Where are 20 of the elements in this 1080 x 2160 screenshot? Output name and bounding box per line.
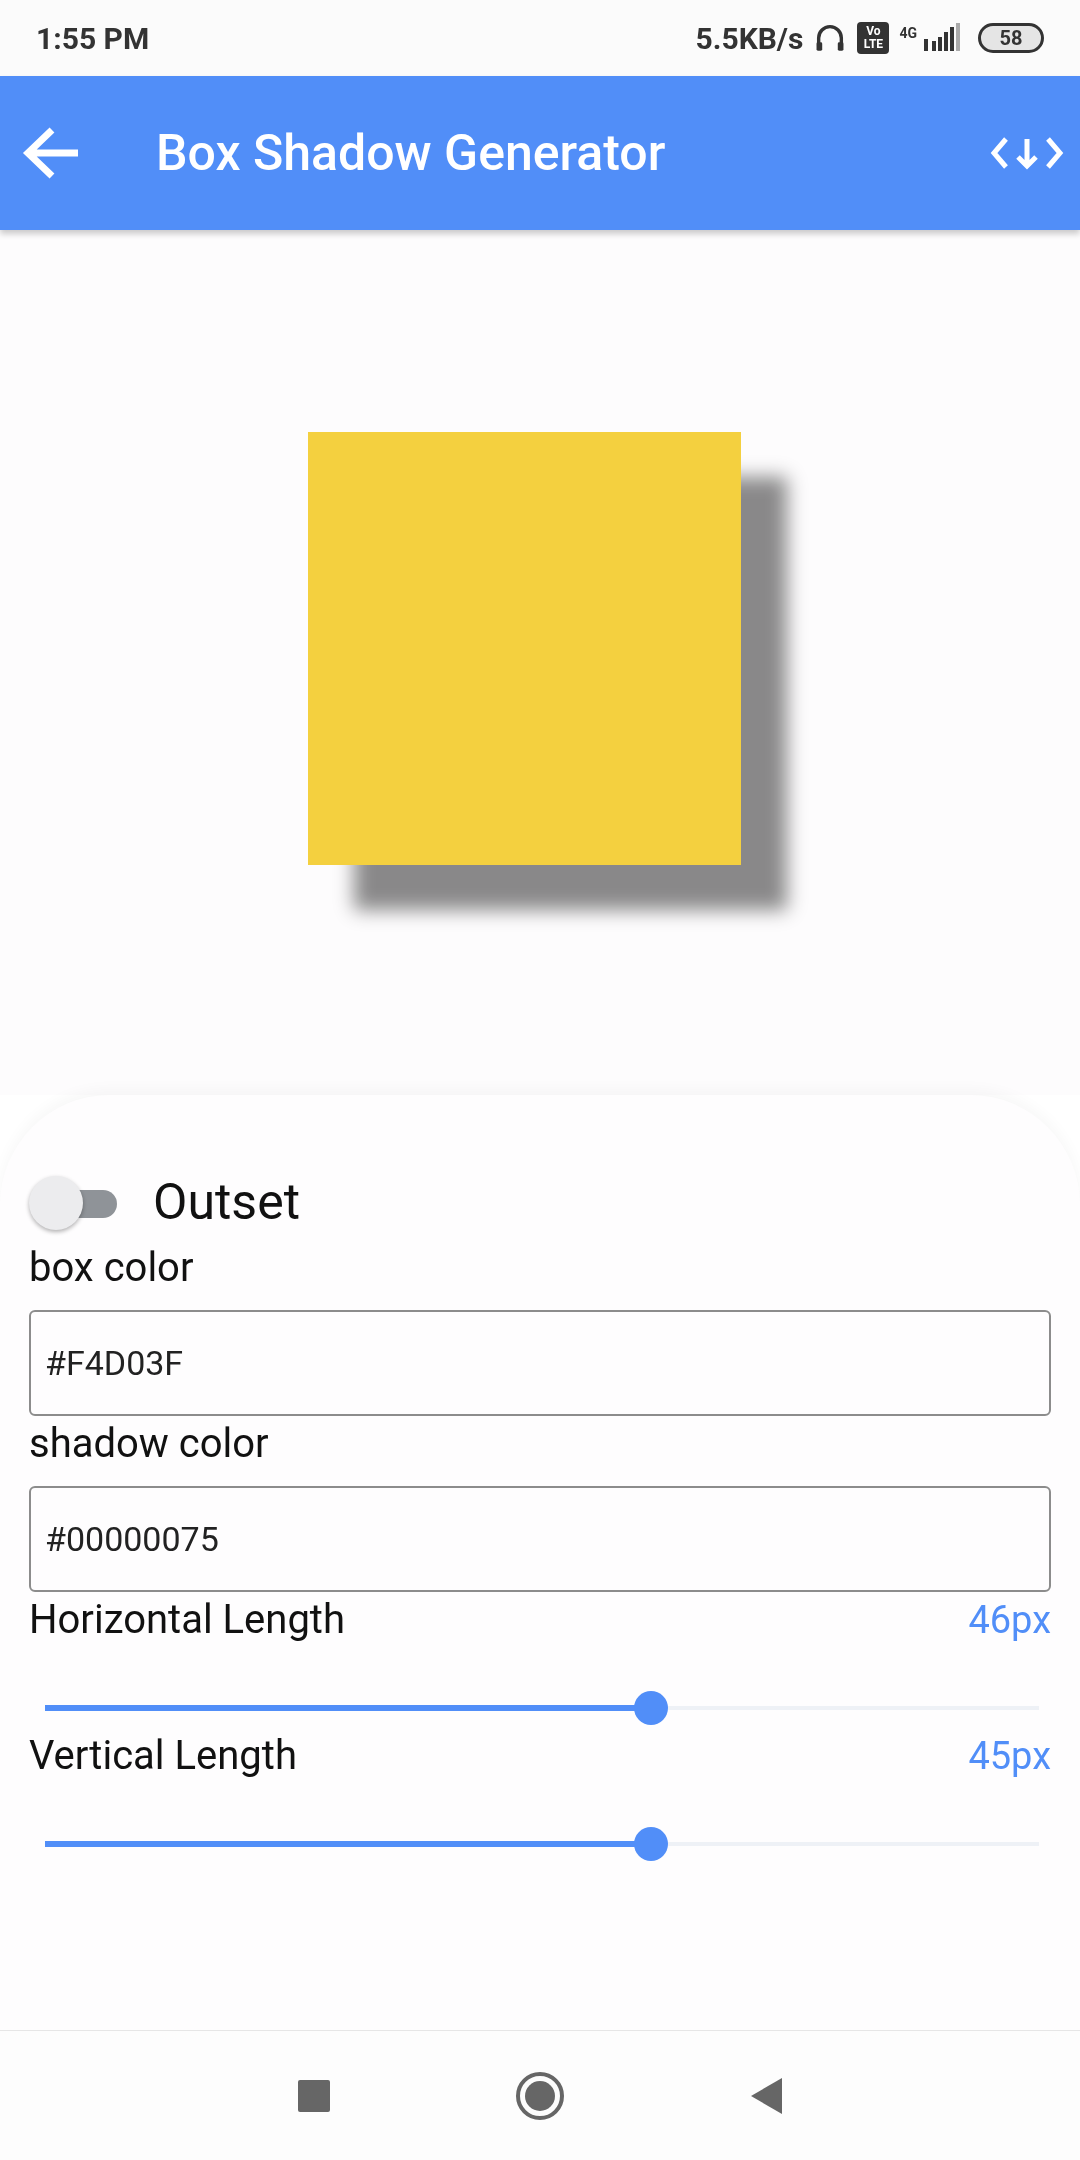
- home-icon[interactable]: [515, 2070, 565, 2121]
- color-input-field[interactable]: #F4D03F: [29, 1310, 1051, 1416]
- slider-thumb[interactable]: [634, 1827, 669, 1861]
- slider-value: 46px: [968, 1597, 1051, 1644]
- slider-label: Vertical Length: [29, 1731, 297, 1781]
- slider-thumb[interactable]: [634, 1691, 669, 1725]
- recents-icon[interactable]: [297, 2078, 331, 2113]
- slider-value: 45px: [968, 1733, 1051, 1780]
- slider-label: Horizontal Length: [29, 1595, 345, 1645]
- back-icon[interactable]: [749, 2076, 783, 2115]
- app-title: Box Shadow Generator: [156, 122, 666, 184]
- outset-label: Outset: [153, 1172, 300, 1233]
- field-label: shadow color: [29, 1419, 270, 1469]
- battery-indicator: 58: [978, 23, 1044, 53]
- field-label: box color: [29, 1243, 195, 1293]
- network-type: 4G: [899, 24, 917, 43]
- status-time: 1:55 PM: [36, 19, 150, 58]
- color-input-field[interactable]: #00000075: [29, 1486, 1051, 1592]
- network-speed: 5.5KB/s: [695, 19, 804, 58]
- volte-badge: Vo LTE: [857, 22, 890, 54]
